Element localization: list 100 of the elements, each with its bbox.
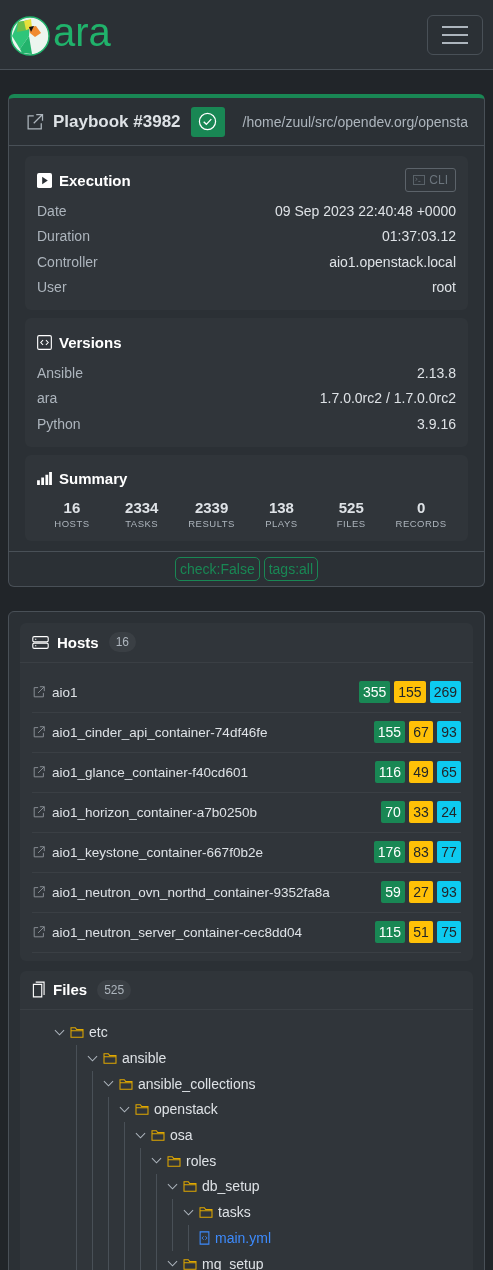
field-value: root: [431, 279, 456, 296]
external-link-icon: [32, 685, 46, 699]
stat-value: 138: [268, 498, 294, 516]
field-value: 2.13.8: [417, 364, 456, 381]
check-circle-icon: [198, 112, 218, 131]
field-value: 01:37:03.12: [382, 228, 456, 245]
folder-icon: [135, 1103, 149, 1116]
play-icon: [37, 172, 52, 188]
external-link-icon: [32, 725, 46, 739]
folder-icon: [151, 1129, 165, 1142]
host-link[interactable]: aio1_cinder_api_container-74df46fe: [52, 724, 268, 740]
folder-name[interactable]: osa: [170, 1127, 193, 1144]
menu-button[interactable]: [427, 14, 483, 55]
count-badge: 355: [358, 681, 391, 703]
chevron-icon[interactable]: [167, 1258, 178, 1270]
folder-name[interactable]: db_setup: [202, 1178, 260, 1195]
field-label: Controller: [37, 253, 98, 270]
stat-label: RESULTS: [188, 517, 235, 529]
external-link-icon: [32, 885, 46, 899]
folder-name[interactable]: ansible_collections: [138, 1075, 256, 1092]
panel-title: Execution: [59, 171, 131, 189]
count-badge: 115: [374, 921, 405, 943]
code-file-icon: [199, 1230, 210, 1245]
field-value: 1.7.0.0rc2 / 1.7.0.0rc2: [319, 390, 456, 407]
count-badge: 116: [374, 761, 405, 783]
stat-label: FILES: [336, 517, 366, 529]
folder-name[interactable]: etc: [89, 1024, 108, 1041]
host-link[interactable]: aio1_keystone_container-667f0b2e: [52, 844, 263, 860]
count-badge: 49: [409, 761, 433, 783]
stat-value: 0: [416, 498, 426, 516]
server-icon: [32, 635, 49, 649]
folder-icon: [199, 1206, 213, 1219]
external-link-icon: [32, 845, 46, 859]
folder-icon: [183, 1257, 197, 1270]
folder-icon: [167, 1154, 181, 1167]
folder-name[interactable]: roles: [186, 1152, 217, 1169]
host-link[interactable]: aio1_neutron_ovn_northd_container-9352fa8a: [52, 884, 330, 900]
count-badge: 155: [373, 721, 405, 743]
folder-icon: [103, 1052, 117, 1065]
chevron-icon[interactable]: [103, 1078, 114, 1090]
field-label: User: [37, 279, 67, 296]
bar-chart-icon: [37, 472, 52, 485]
count-badge: 16: [108, 632, 137, 652]
count-badge: 24: [437, 801, 461, 823]
stat-label: RECORDS: [395, 517, 447, 529]
playbook-path: /home/zuul/src/opendev.org/opensta: [242, 113, 468, 130]
count-badge: 77: [437, 841, 461, 863]
external-link-icon[interactable]: [25, 111, 45, 132]
external-link-icon: [32, 805, 46, 819]
parrot-logo-icon: [10, 15, 50, 56]
field-value: 09 Sep 2023 22:40:48 +0000: [275, 202, 456, 219]
field-label: Python: [37, 415, 81, 432]
count-badge: 93: [437, 881, 461, 903]
folder-name[interactable]: openstack: [154, 1101, 218, 1118]
stat-label: TASKS: [125, 517, 159, 529]
folder-name[interactable]: tasks: [218, 1204, 251, 1221]
host-link[interactable]: aio1_horizon_container-a7b0250b: [52, 804, 257, 820]
count-badge: 65: [437, 761, 461, 783]
panel-title: Summary: [59, 470, 128, 487]
brand-name[interactable]: ara: [53, 11, 111, 52]
stat-label: HOSTS: [54, 517, 90, 529]
stat-label: PLAYS: [265, 517, 298, 529]
folder-icon: [119, 1077, 133, 1090]
host-link[interactable]: aio1_glance_container-f40cd601: [52, 764, 248, 780]
count-badge: 33: [409, 801, 433, 823]
stat-value: 16: [63, 498, 81, 516]
menu-icon: [442, 24, 468, 45]
count-badge: 525: [97, 979, 132, 1000]
stat-value: 525: [338, 498, 364, 516]
external-link-icon: [32, 765, 46, 779]
tag-badge: tags:all: [263, 556, 319, 581]
folder-icon: [70, 1026, 84, 1039]
field-label: Duration: [37, 228, 90, 245]
count-badge: 75: [437, 921, 461, 943]
playbook-title: Playbook #3982: [53, 111, 181, 132]
folder-name[interactable]: ansible: [122, 1050, 167, 1067]
field-label: Ansible: [37, 364, 83, 381]
count-badge: 176: [373, 841, 405, 863]
count-badge: 83: [409, 841, 433, 863]
tag-badge: check:False: [174, 556, 260, 581]
chevron-icon[interactable]: [151, 1155, 162, 1167]
field-label: Date: [37, 202, 67, 219]
folder-icon: [183, 1180, 197, 1193]
file-link[interactable]: main.yml: [215, 1229, 271, 1246]
files-icon: [32, 981, 45, 998]
host-link[interactable]: aio1: [52, 684, 78, 700]
count-badge: 93: [437, 721, 461, 743]
code-icon: [37, 334, 52, 350]
stat-value: 2339: [194, 498, 229, 516]
count-badge: 155: [394, 681, 426, 703]
panel-title: Files: [53, 981, 88, 998]
count-badge: 51: [409, 921, 433, 943]
field-label: ara: [37, 390, 58, 407]
stat-value: 2334: [125, 498, 159, 516]
count-badge: 70: [381, 801, 405, 823]
field-value: aio1.openstack.local: [329, 253, 456, 270]
field-value: 3.9.16: [417, 415, 456, 432]
host-link[interactable]: aio1_neutron_server_container-cec8dd04: [52, 924, 302, 940]
terminal-icon: [413, 175, 426, 185]
count-badge: 269: [429, 681, 461, 703]
